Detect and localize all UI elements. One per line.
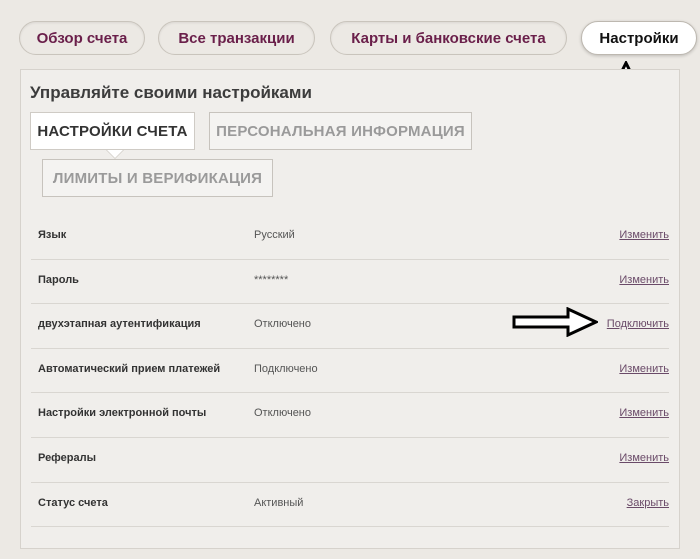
row-value: Русский bbox=[254, 229, 295, 241]
row-label: Язык bbox=[38, 229, 67, 241]
page-title: Управляйте своими настройками bbox=[30, 83, 312, 102]
row-label: Пароль bbox=[38, 273, 79, 286]
tab-account-overview[interactable]: Обзор счета bbox=[19, 21, 145, 55]
settings-row-account-status: Статус счета Активный Закрыть bbox=[31, 483, 669, 528]
settings-row-referrals: Рефералы Изменить bbox=[31, 438, 669, 483]
row-value: ******** bbox=[254, 273, 289, 286]
tab-cards-bank-accounts[interactable]: Карты и банковские счета bbox=[330, 21, 567, 55]
row-label: Статус счета bbox=[38, 496, 108, 509]
enable-two-factor-link[interactable]: Подключить bbox=[607, 318, 669, 330]
change-email-settings-link[interactable]: Изменить bbox=[619, 407, 669, 419]
row-label: Автоматический прием платежей bbox=[38, 362, 221, 375]
tab-all-transactions[interactable]: Все транзакции bbox=[158, 21, 315, 55]
row-value: Активный bbox=[254, 496, 304, 509]
tab-account-settings[interactable]: НАСТРОЙКИ СЧЕТА bbox=[30, 112, 195, 150]
close-account-link[interactable]: Закрыть bbox=[627, 497, 669, 509]
settings-row-language: Язык Русский Изменить bbox=[31, 215, 669, 260]
row-value: Отключено bbox=[254, 407, 311, 420]
tab-personal-info[interactable]: ПЕРСОНАЛЬНАЯ ИНФОРМАЦИЯ bbox=[209, 112, 472, 150]
row-value: Подключено bbox=[254, 362, 318, 375]
tab-limits-verification[interactable]: ЛИМИТЫ И ВЕРИФИКАЦИЯ bbox=[42, 159, 273, 197]
settings-row-email: Настройки электронной почты Отключено Из… bbox=[31, 393, 669, 438]
top-navigation: Обзор счета Все транзакции Карты и банко… bbox=[0, 0, 700, 60]
settings-row-password: Пароль ******** Изменить bbox=[31, 260, 669, 305]
settings-row-auto-payments: Автоматический прием платежей Подключено… bbox=[31, 349, 669, 394]
arrow-right-icon bbox=[512, 307, 598, 337]
row-label: двухэтапная аутентификация bbox=[38, 318, 201, 331]
row-value: Отключено bbox=[254, 318, 311, 331]
tab-settings[interactable]: Настройки bbox=[581, 21, 697, 55]
change-auto-payments-link[interactable]: Изменить bbox=[619, 363, 669, 375]
active-tab-pointer bbox=[107, 150, 123, 158]
change-referrals-link[interactable]: Изменить bbox=[619, 452, 669, 464]
row-label: Настройки электронной почты bbox=[38, 407, 207, 420]
row-label: Рефералы bbox=[38, 451, 96, 464]
change-password-link[interactable]: Изменить bbox=[619, 274, 669, 286]
change-language-link[interactable]: Изменить bbox=[619, 229, 669, 241]
settings-list: Язык Русский Изменить Пароль ******** Из… bbox=[31, 215, 669, 528]
